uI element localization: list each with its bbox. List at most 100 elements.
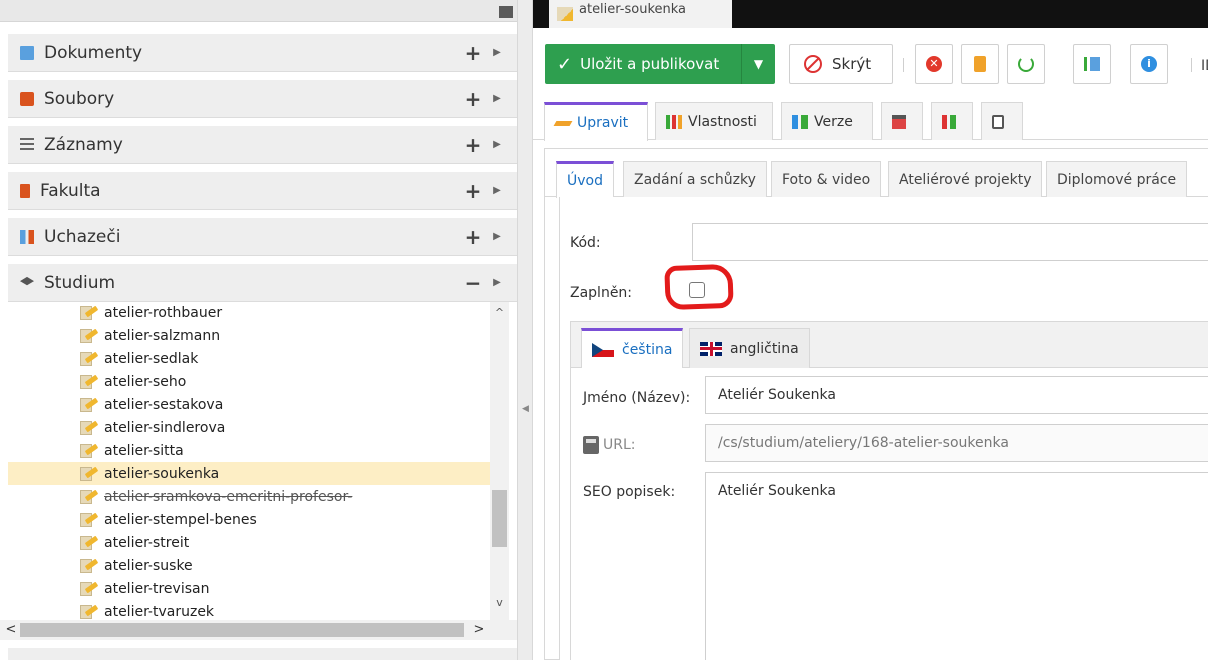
page-edit-icon: [80, 397, 99, 413]
graduation-cap-icon: [20, 276, 34, 286]
save-publish-button[interactable]: ✓ Uložit a publikovat ▼: [545, 44, 775, 84]
scroll-thumb[interactable]: [20, 623, 464, 637]
expand-toggle[interactable]: +: [463, 225, 483, 249]
sidebar-section-studium[interactable]: Studium − ▶: [8, 264, 517, 302]
tree-item[interactable]: atelier-salzmann: [8, 324, 498, 347]
czech-flag-icon: [592, 343, 614, 357]
scroll-down-icon[interactable]: v: [490, 594, 509, 612]
expand-toggle[interactable]: +: [463, 179, 483, 203]
tree-item-hidden[interactable]: atelier-sramkova-emeritni-profesor-: [8, 485, 498, 508]
collapse-sidebar-icon[interactable]: [499, 6, 513, 18]
subtab-diplomove-prace[interactable]: Diplomové práce: [1046, 161, 1188, 197]
panel-splitter[interactable]: ◀: [517, 0, 533, 660]
tree-horizontal-scrollbar[interactable]: < >: [0, 620, 517, 640]
toolbar-separator: [903, 58, 904, 72]
tab-cestina[interactable]: čeština: [581, 328, 684, 369]
tab-calendar[interactable]: [881, 102, 923, 140]
kod-input[interactable]: [692, 223, 1208, 261]
page-edit-icon: [80, 305, 99, 321]
expand-toggle[interactable]: +: [463, 87, 483, 111]
subtab-foto-video[interactable]: Foto & video: [771, 161, 882, 197]
document-tab-title: atelier-soukenka: [579, 1, 687, 17]
calendar-icon: [892, 114, 906, 129]
expand-toggle[interactable]: +: [463, 133, 483, 157]
chevron-right-icon[interactable]: ▶: [489, 47, 505, 58]
sidebar-section-fakulta[interactable]: Fakulta + ▶: [8, 172, 517, 210]
sidebar: Dokumenty + ▶ Soubory + ▶ Záznamy + ▶ Fa…: [0, 0, 517, 660]
tree-item[interactable]: atelier-sindlerova: [8, 416, 498, 439]
seo-label: SEO popisek:: [583, 484, 676, 500]
sidebar-section-zaznamy[interactable]: Záznamy + ▶: [8, 126, 517, 164]
name-input[interactable]: Ateliér Soukenka: [705, 376, 1208, 414]
checkmark-icon: ✓: [557, 53, 573, 75]
tree-item[interactable]: atelier-stempel-benes: [8, 508, 498, 531]
tree-item[interactable]: atelier-suske: [8, 554, 498, 577]
section-label: Uchazeči: [44, 226, 121, 247]
document-tab[interactable]: atelier-soukenka: [549, 0, 732, 28]
tree-item[interactable]: atelier-sitta: [8, 439, 498, 462]
scroll-up-icon[interactable]: ^: [490, 304, 509, 322]
sidebar-section-soubory[interactable]: Soubory + ▶: [8, 80, 517, 118]
sidebar-section-uchazeci[interactable]: Uchazeči + ▶: [8, 218, 517, 256]
tab-tree[interactable]: [931, 102, 973, 140]
expand-toggle[interactable]: +: [463, 41, 483, 65]
section-label: Studium: [44, 272, 116, 293]
app-root: Dokumenty + ▶ Soubory + ▶ Záznamy + ▶ Fa…: [0, 0, 1208, 660]
page-edit-icon: [80, 374, 99, 390]
tree-item[interactable]: atelier-trevisan: [8, 577, 498, 600]
info-button[interactable]: i: [1130, 44, 1168, 84]
tab-anglictina[interactable]: angličtina: [689, 328, 810, 368]
tab-clipboard[interactable]: [981, 102, 1023, 140]
sidebar-section-dokumenty[interactable]: Dokumenty + ▶: [8, 34, 517, 72]
language-tabs: čeština angličtina: [571, 322, 1208, 369]
pencil-icon: [553, 120, 573, 126]
page-edit-icon: [80, 489, 99, 505]
tree-item[interactable]: atelier-sestakova: [8, 393, 498, 416]
refresh-button[interactable]: [1007, 44, 1045, 84]
tab-verze[interactable]: Verze: [781, 102, 873, 140]
page-edit-icon: [80, 558, 99, 574]
chevron-left-icon[interactable]: ◀: [522, 404, 529, 414]
tab-label: Upravit: [577, 115, 629, 131]
applicants-icon: [20, 229, 34, 244]
studium-tree: atelier-rothbauer atelier-salzmann ateli…: [8, 302, 517, 620]
chevron-right-icon[interactable]: ▶: [489, 139, 505, 150]
tab-upravit[interactable]: Upravit: [544, 102, 648, 141]
kod-label: Kód:: [570, 235, 601, 251]
caret-down-icon[interactable]: ▼: [741, 44, 775, 84]
calculator-icon[interactable]: [583, 436, 599, 454]
tree-item[interactable]: atelier-sedlak: [8, 347, 498, 370]
tree-item[interactable]: atelier-seho: [8, 370, 498, 393]
tree-item[interactable]: atelier-tvaruzek: [8, 600, 498, 620]
tree-item-selected[interactable]: atelier-soukenka: [8, 462, 498, 485]
url-input[interactable]: /cs/studium/ateliery/168-atelier-soukenk…: [705, 424, 1208, 462]
badge-icon: [974, 56, 986, 72]
chevron-right-icon[interactable]: ▶: [489, 185, 505, 196]
url-label-group: URL:: [583, 436, 636, 454]
page-edit-icon: [80, 466, 99, 482]
seo-textarea[interactable]: Ateliér Soukenka: [705, 472, 1208, 660]
language-form: Jméno (Název): Ateliér Soukenka URL: /cs…: [571, 368, 1208, 660]
chevron-right-icon[interactable]: ▶: [489, 93, 505, 104]
structure-button[interactable]: [1073, 44, 1111, 84]
subtab-zadani[interactable]: Zadání a schůzky: [623, 161, 767, 197]
tree-vertical-scrollbar[interactable]: ^ v: [490, 302, 509, 620]
chevron-right-icon[interactable]: ▶: [489, 277, 505, 288]
scroll-left-icon[interactable]: <: [2, 620, 20, 640]
subtab-atelierove-projekty[interactable]: Ateliérové projekty: [888, 161, 1043, 197]
page-edit-icon: [80, 443, 99, 459]
scroll-right-icon[interactable]: >: [470, 620, 488, 640]
tree-item[interactable]: atelier-rothbauer: [8, 302, 498, 324]
delete-button[interactable]: ✕: [915, 44, 953, 84]
collapse-toggle[interactable]: −: [463, 271, 483, 295]
sidebar-top-strip: [0, 0, 517, 22]
toolbar-separator: [1191, 58, 1192, 72]
chevron-right-icon[interactable]: ▶: [489, 231, 505, 242]
approve-button[interactable]: [961, 44, 999, 84]
scroll-thumb[interactable]: [492, 490, 507, 547]
structure-icon: [1084, 57, 1100, 71]
tree-item[interactable]: atelier-streit: [8, 531, 498, 554]
hide-button[interactable]: Skrýt: [789, 44, 893, 84]
subtab-uvod[interactable]: Úvod: [556, 161, 614, 198]
tab-vlastnosti[interactable]: Vlastnosti: [655, 102, 773, 140]
